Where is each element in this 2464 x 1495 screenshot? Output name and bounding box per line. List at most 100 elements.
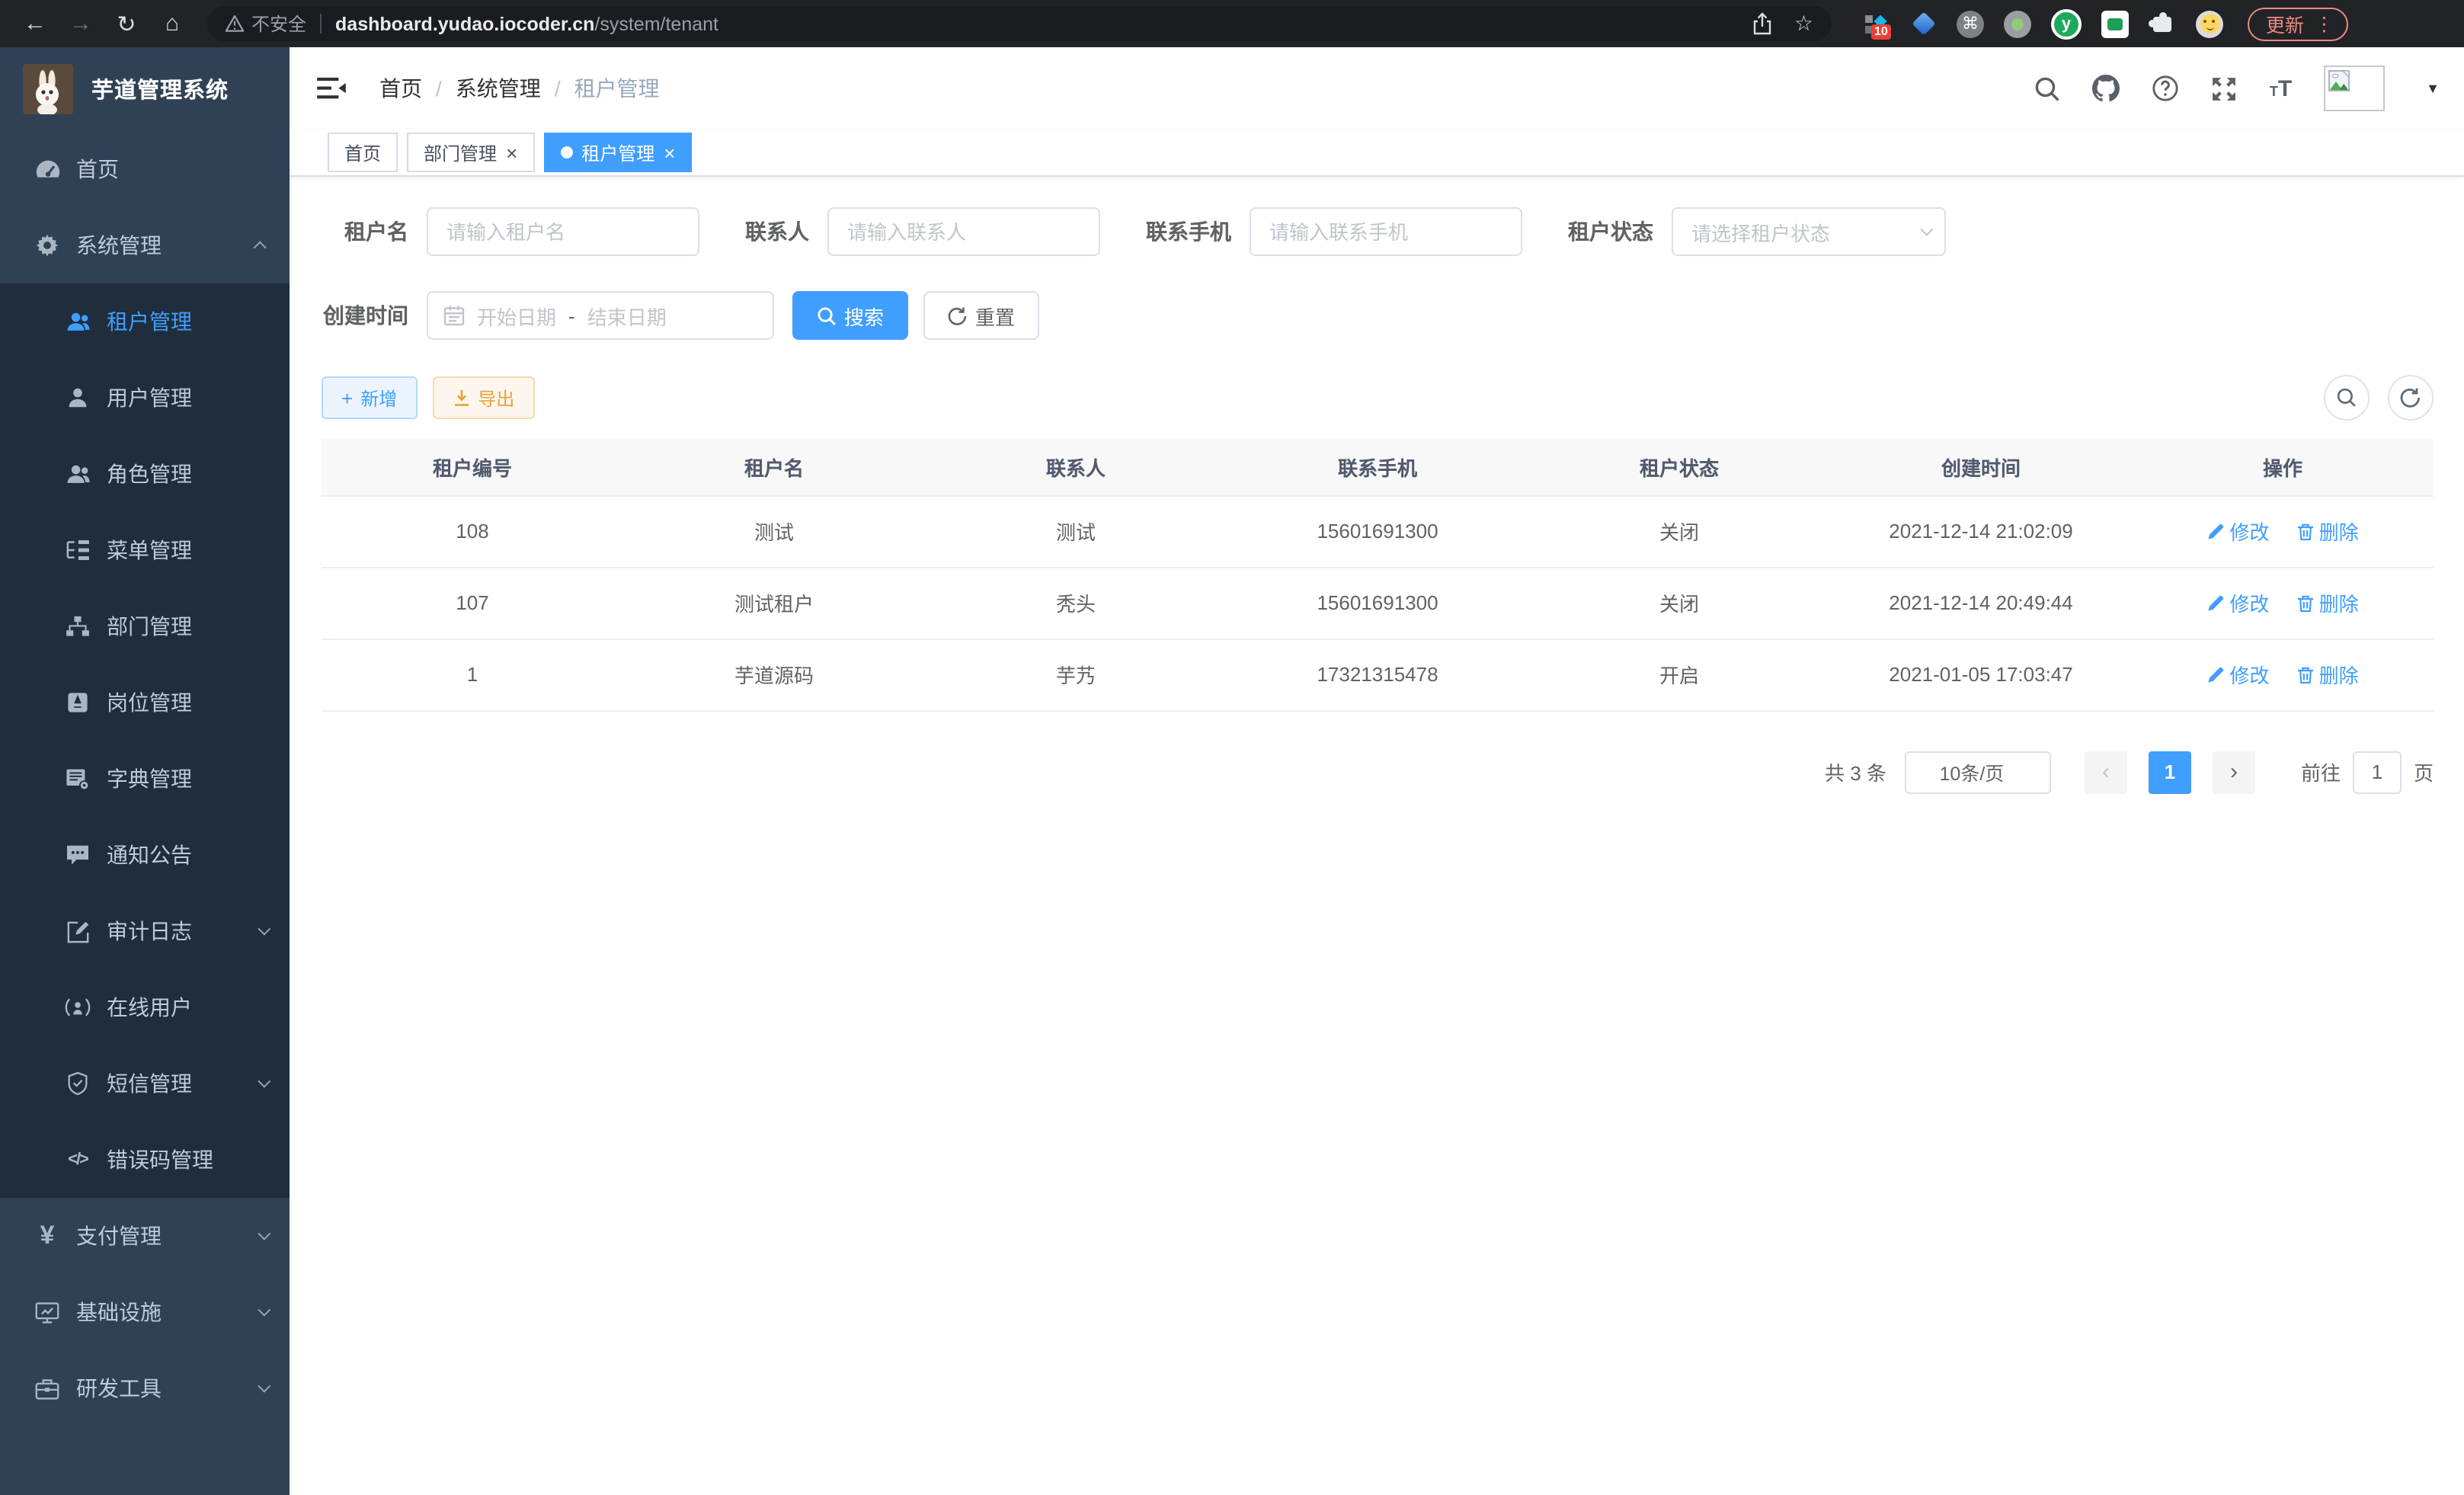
- main-area: 首页 / 系统管理 / 租户管理 TT: [290, 47, 2464, 1495]
- close-icon[interactable]: ×: [506, 142, 517, 162]
- cell-mobile: 15601691300: [1227, 495, 1528, 567]
- org-tree-icon: [64, 616, 91, 637]
- tab-tenant-active[interactable]: 租户管理 ×: [543, 133, 692, 172]
- sidebar-item-label: 岗位管理: [107, 687, 192, 718]
- help-icon[interactable]: [2152, 75, 2180, 102]
- edit-label: 修改: [2229, 588, 2269, 617]
- sidebar-item-user[interactable]: 用户管理: [0, 360, 290, 436]
- security-warning[interactable]: 不安全: [226, 11, 306, 37]
- add-button[interactable]: + 新增: [322, 376, 417, 419]
- delete-link[interactable]: 删除: [2296, 588, 2359, 617]
- sidebar-item-tenant[interactable]: 租户管理: [0, 283, 290, 360]
- mobile-input[interactable]: [1250, 207, 1522, 256]
- trash-icon: [2296, 522, 2315, 540]
- avatar[interactable]: [2324, 66, 2385, 111]
- extension-kite-icon[interactable]: [1909, 10, 1937, 37]
- users-icon: [64, 311, 91, 332]
- extension-command-icon[interactable]: ⌘: [1957, 10, 1984, 37]
- font-size-icon[interactable]: TT: [2270, 75, 2292, 101]
- sidebar-item-dict[interactable]: 字典管理: [0, 741, 290, 817]
- user-icon: [64, 387, 91, 408]
- chevron-down-icon: [258, 1075, 270, 1088]
- active-dot-icon: [560, 146, 572, 158]
- filter-contact: 联系人: [745, 207, 1100, 256]
- delete-link[interactable]: 删除: [2296, 517, 2359, 546]
- extension-green-dot-icon[interactable]: [2004, 10, 2031, 37]
- sidebar-item-dept[interactable]: 部门管理: [0, 588, 290, 664]
- table-tools: [2324, 375, 2434, 421]
- breadcrumb-system[interactable]: 系统管理: [456, 73, 541, 104]
- chevron-down-icon: [258, 923, 270, 936]
- browser-home-button[interactable]: ⌂: [152, 4, 192, 43]
- sidebar-item-role[interactable]: 角色管理: [0, 436, 290, 512]
- browser-back-button[interactable]: ←: [15, 4, 55, 43]
- search-button[interactable]: 搜索: [792, 291, 908, 340]
- page-root: ← → ↻ ⌂ 不安全 dashboard.yudao.iocoder.cn/s…: [0, 0, 2464, 1495]
- date-range-picker[interactable]: 开始日期 - 结束日期: [427, 291, 774, 340]
- extension-y-icon[interactable]: y: [2051, 8, 2082, 39]
- sidebar-item-pay[interactable]: ¥ 支付管理: [0, 1198, 290, 1274]
- avatar-caret-icon[interactable]: ▼: [2426, 81, 2440, 96]
- sidebar-item-errcode[interactable]: </> 错误码管理: [0, 1122, 290, 1198]
- profile-avatar-icon[interactable]: [2196, 10, 2223, 37]
- tenant-name-input[interactable]: [427, 207, 699, 256]
- browser-menu-icon[interactable]: ⋮: [2315, 12, 2334, 35]
- sidebar-collapse-icon[interactable]: [317, 76, 346, 101]
- download-icon: [452, 389, 470, 407]
- tab-home[interactable]: 首页: [328, 133, 398, 172]
- sidebar-item-label: 在线用户: [107, 992, 192, 1023]
- sidebar-item-online-users[interactable]: 在线用户: [0, 969, 290, 1045]
- goto-page-input[interactable]: [2353, 751, 2402, 793]
- edit-link[interactable]: 修改: [2206, 660, 2269, 689]
- browser-extensions: 10 ⌘ y: [1862, 8, 2223, 39]
- extensions-puzzle-icon[interactable]: [2149, 10, 2176, 37]
- browser-reload-button[interactable]: ↻: [107, 4, 146, 43]
- export-button[interactable]: 导出: [432, 376, 534, 419]
- status-select[interactable]: 请选择租户状态: [1672, 207, 1946, 256]
- sidebar-item-label: 支付管理: [76, 1221, 162, 1251]
- sidebar-item-notice[interactable]: 通知公告: [0, 817, 290, 893]
- goto-label: 前往: [2301, 757, 2341, 786]
- breadcrumb-home[interactable]: 首页: [379, 73, 422, 104]
- sidebar-item-system[interactable]: 系统管理: [0, 207, 290, 283]
- tab-dept[interactable]: 部门管理 ×: [407, 133, 534, 172]
- edit-link[interactable]: 修改: [2206, 517, 2269, 546]
- filter-row-1: 租户名 联系人 联系手机 租户状态 请选择租户状态: [322, 207, 2434, 256]
- show-search-button[interactable]: [2324, 375, 2370, 421]
- col-actions: 操作: [2132, 439, 2434, 495]
- sidebar-item-devtools[interactable]: 研发工具: [0, 1350, 290, 1426]
- chevron-down-icon: [1920, 223, 1933, 236]
- close-icon[interactable]: ×: [664, 142, 675, 162]
- tab-label: 租户管理: [581, 139, 654, 165]
- page-content: 租户名 联系人 联系手机 租户状态 请选择租户状态: [290, 177, 2464, 793]
- refresh-table-button[interactable]: [2388, 375, 2434, 421]
- reset-button[interactable]: 重置: [923, 291, 1039, 340]
- sidebar-item-sms[interactable]: 短信管理: [0, 1045, 290, 1122]
- bookmark-star-icon[interactable]: ☆: [1794, 11, 1813, 37]
- delete-link[interactable]: 删除: [2296, 660, 2359, 689]
- sidebar-item-infra[interactable]: 基础设施: [0, 1274, 290, 1350]
- dictionary-icon: [64, 767, 91, 790]
- cell-status: 开启: [1528, 639, 1830, 710]
- sidebar-item-post[interactable]: 岗位管理: [0, 664, 290, 741]
- prev-page-button[interactable]: ‹: [2085, 751, 2127, 793]
- extension-grid-icon[interactable]: 10: [1862, 10, 1890, 37]
- contact-input[interactable]: [827, 207, 1100, 256]
- share-icon[interactable]: [1753, 12, 1773, 35]
- fullscreen-icon[interactable]: [2212, 75, 2238, 101]
- edit-link[interactable]: 修改: [2206, 588, 2269, 617]
- sidebar-item-audit-log[interactable]: 审计日志: [0, 893, 290, 969]
- browser-forward-button[interactable]: →: [61, 4, 101, 43]
- announcement-icon: [64, 844, 91, 866]
- browser-update-button[interactable]: 更新 ⋮: [2248, 7, 2347, 40]
- sidebar-item-home[interactable]: 首页: [0, 131, 290, 207]
- github-icon[interactable]: [2093, 75, 2120, 102]
- sidebar-item-menu[interactable]: 菜单管理: [0, 512, 290, 588]
- next-page-button[interactable]: ›: [2213, 751, 2255, 793]
- plus-icon: +: [341, 386, 353, 409]
- address-bar[interactable]: 不安全 dashboard.yudao.iocoder.cn/system/te…: [207, 6, 1832, 41]
- search-icon[interactable]: [2035, 75, 2061, 101]
- current-page-button[interactable]: 1: [2149, 751, 2191, 793]
- page-size-select[interactable]: 10条/页: [1905, 751, 2051, 793]
- extension-chat-icon[interactable]: [2101, 10, 2129, 37]
